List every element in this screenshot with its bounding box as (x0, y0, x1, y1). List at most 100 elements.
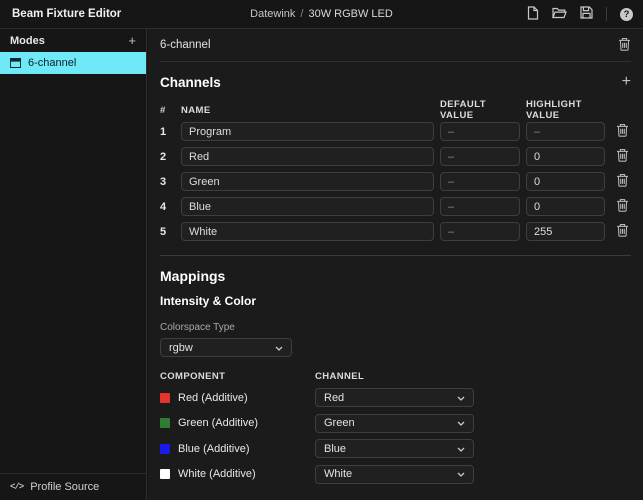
channel-name-input[interactable] (181, 172, 434, 191)
channel-default-value-input[interactable] (440, 172, 520, 191)
mappings-title: Mappings (160, 268, 631, 285)
sidebar-mode-item[interactable]: 6-channel (0, 52, 146, 74)
channel-select[interactable]: White (315, 465, 474, 484)
trash-icon (616, 123, 629, 140)
channels-rows: 1 2 (160, 122, 631, 241)
channel-highlight-value-input[interactable] (526, 172, 605, 191)
mapping-row: White (Additive) White (160, 465, 631, 484)
sidebar: Modes + 6-channel </> Profile Source (0, 29, 147, 500)
channel-name-input[interactable] (181, 197, 434, 216)
mappings-table-header: COMPONENT CHANNEL (160, 370, 631, 382)
save-icon (580, 6, 593, 22)
column-header-channel: CHANNEL (315, 371, 364, 382)
topbar-actions: ? (527, 0, 633, 28)
main-content: 6-channel Channels + # NAME DEFAULT VALU… (148, 29, 643, 500)
chevron-down-icon (457, 392, 465, 404)
column-header-name: NAME (181, 105, 434, 116)
trash-icon (616, 198, 629, 215)
channel-name-input[interactable] (181, 147, 434, 166)
channel-name-input[interactable] (181, 222, 434, 241)
delete-channel-button[interactable] (616, 148, 629, 165)
channel-select-value: Red (324, 392, 344, 404)
component-cell: Green (Additive) (160, 417, 315, 429)
column-header-highlight-value: HIGHLIGHT VALUE (526, 99, 605, 121)
chevron-down-icon (457, 468, 465, 480)
channel-number: 1 (160, 126, 181, 138)
channel-highlight-value-input[interactable] (526, 197, 605, 216)
chevron-down-icon (457, 417, 465, 429)
delete-channel-button[interactable] (616, 123, 629, 140)
component-label: Green (Additive) (178, 417, 258, 429)
column-header-component: COMPONENT (160, 371, 315, 382)
channel-row: 3 (160, 172, 631, 191)
channel-number: 2 (160, 151, 181, 163)
new-file-button[interactable] (527, 6, 539, 23)
mode-item-label: 6-channel (28, 57, 76, 69)
channel-name-input[interactable] (181, 122, 434, 141)
channel-select-value: Green (324, 417, 355, 429)
mapping-row: Green (Additive) Green (160, 414, 631, 433)
channel-default-value-input[interactable] (440, 122, 520, 141)
component-cell: Blue (Additive) (160, 443, 315, 455)
open-file-button[interactable] (552, 7, 567, 22)
channel-number: 4 (160, 201, 181, 213)
trash-icon (618, 37, 631, 54)
mappings-rows: Red (Additive) Red Green (Additive) Gree… (160, 388, 631, 484)
channel-default-value-input[interactable] (440, 222, 520, 241)
channel-highlight-value-input[interactable] (526, 222, 605, 241)
component-color-swatch (160, 418, 170, 428)
trash-icon (616, 173, 629, 190)
channel-row: 5 (160, 222, 631, 241)
channel-select[interactable]: Green (315, 414, 474, 433)
channels-title: Channels (160, 75, 221, 90)
breadcrumb-manufacturer: Datewink (250, 8, 295, 20)
delete-channel-button[interactable] (616, 173, 629, 190)
add-mode-button[interactable]: + (128, 34, 136, 47)
component-color-swatch (160, 469, 170, 479)
mapping-row: Blue (Additive) Blue (160, 439, 631, 458)
new-file-icon (527, 6, 539, 23)
channel-default-value-input[interactable] (440, 197, 520, 216)
help-button[interactable]: ? (620, 8, 633, 21)
channels-table-header: # NAME DEFAULT VALUE HIGHLIGHT VALUE (160, 102, 631, 118)
open-folder-icon (552, 7, 567, 22)
mode-icon (10, 58, 21, 68)
delete-mode-button[interactable] (618, 37, 631, 54)
sidebar-spacer (0, 74, 146, 473)
channel-number: 5 (160, 226, 181, 238)
component-cell: Red (Additive) (160, 392, 315, 404)
colorspace-type-select[interactable]: rgbw (160, 338, 292, 357)
modes-header-label: Modes (10, 35, 45, 47)
channel-select[interactable]: Red (315, 388, 474, 407)
channel-select-value: Blue (324, 443, 346, 455)
trash-icon (616, 148, 629, 165)
delete-channel-button[interactable] (616, 223, 629, 240)
channel-select[interactable]: Blue (315, 439, 474, 458)
app-window: Beam Fixture Editor Datewink / 30W RGBW … (0, 0, 643, 500)
trash-icon (616, 223, 629, 240)
channel-number: 3 (160, 176, 181, 188)
chevron-down-icon (457, 443, 465, 455)
channel-row: 1 (160, 122, 631, 141)
colorspace-type-label: Colorspace Type (160, 322, 631, 334)
profile-source-button[interactable]: </> Profile Source (0, 473, 146, 500)
column-header-default-value: DEFAULT VALUE (440, 99, 520, 121)
help-icon: ? (620, 8, 633, 21)
channel-select-value: White (324, 468, 352, 480)
section-divider (160, 255, 631, 256)
channel-highlight-value-input[interactable] (526, 122, 605, 141)
channel-row: 4 (160, 197, 631, 216)
mode-title-row: 6-channel (160, 29, 631, 62)
channel-default-value-input[interactable] (440, 147, 520, 166)
delete-channel-button[interactable] (616, 198, 629, 215)
component-cell: White (Additive) (160, 468, 315, 480)
add-channel-button[interactable]: + (622, 74, 631, 90)
channel-highlight-value-input[interactable] (526, 147, 605, 166)
save-button[interactable] (580, 6, 593, 22)
intensity-color-subtitle: Intensity & Color (160, 294, 631, 309)
column-header-number: # (160, 105, 181, 116)
topbar: Beam Fixture Editor Datewink / 30W RGBW … (0, 0, 643, 29)
profile-source-label: Profile Source (30, 481, 99, 493)
mode-list: 6-channel (0, 52, 146, 74)
modes-header: Modes + (0, 29, 146, 52)
